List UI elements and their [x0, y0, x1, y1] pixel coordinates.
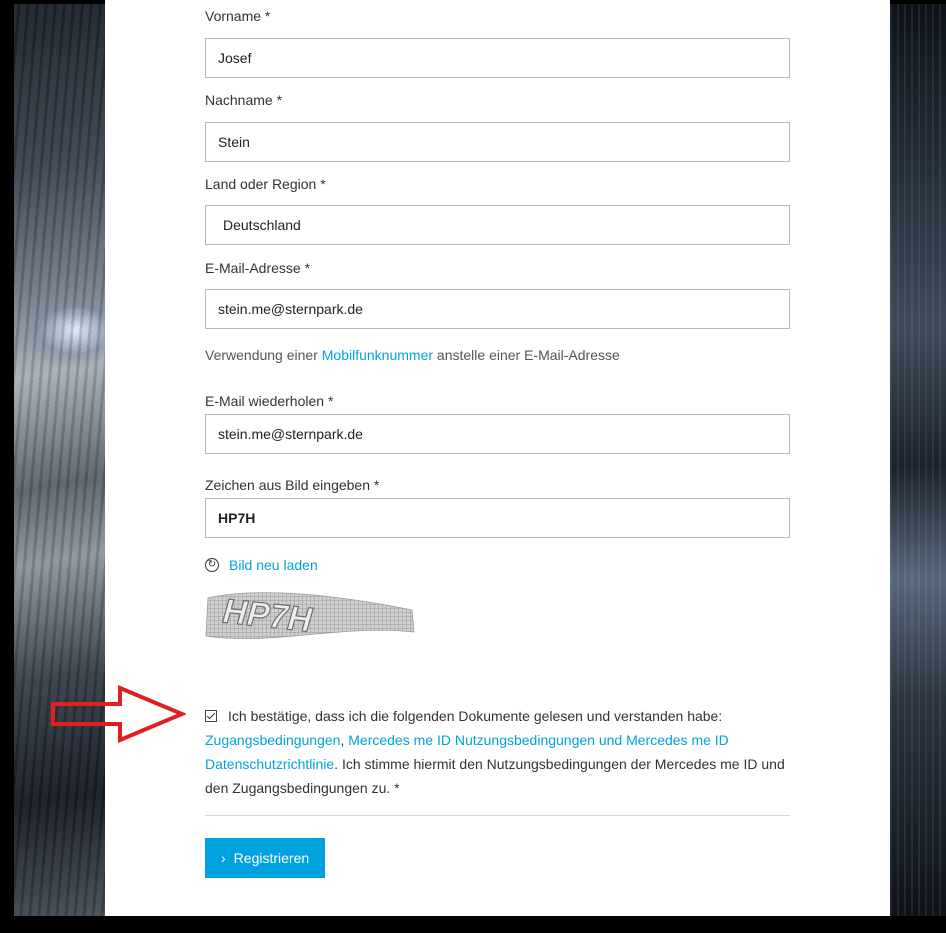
country-label: Land oder Region *: [205, 176, 326, 192]
last-name-label: Nachname *: [205, 92, 283, 108]
email-input[interactable]: [205, 289, 790, 329]
email-label: E-Mail-Adresse *: [205, 260, 311, 276]
frame-bottom-edge: [0, 916, 946, 933]
consent-text-1: Ich bestätige, dass ich die folgenden Do…: [228, 708, 723, 724]
reload-captcha-label: Bild neu laden: [229, 557, 318, 573]
frame-left-edge: [0, 0, 14, 933]
mobile-number-link[interactable]: Mobilfunknummer: [322, 347, 433, 363]
mobile-number-hint: Verwendung einer Mobilfunknummer anstell…: [205, 347, 620, 363]
red-arrow-icon: [51, 685, 186, 743]
screen: Vorname * Nachname * Land oder Region * …: [0, 0, 946, 933]
email-repeat-input[interactable]: [205, 414, 790, 454]
background-car-image-left: [0, 0, 105, 933]
captcha-input[interactable]: [205, 498, 790, 538]
captcha-image: HP7H: [205, 592, 415, 640]
chevron-right-icon: ›: [221, 850, 226, 866]
country-select[interactable]: [205, 205, 790, 245]
mobile-hint-suffix: anstelle einer E-Mail-Adresse: [433, 347, 620, 363]
reload-icon: ↻: [205, 558, 219, 572]
email-repeat-label: E-Mail wiederholen *: [205, 393, 334, 409]
reload-captcha-link[interactable]: ↻ Bild neu laden: [205, 557, 318, 573]
mobile-hint-prefix: Verwendung einer: [205, 347, 322, 363]
register-button-label: Registrieren: [233, 850, 310, 866]
first-name-label: Vorname *: [205, 8, 271, 24]
consent-block: Ich bestätige, dass ich die folgenden Do…: [205, 704, 795, 800]
register-button[interactable]: › Registrieren: [205, 838, 326, 878]
terms-of-access-link[interactable]: Zugangsbedingungen: [205, 732, 340, 748]
consent-checkbox[interactable]: [205, 710, 217, 722]
registration-form-panel: Vorname * Nachname * Land oder Region * …: [105, 0, 890, 916]
captcha-label: Zeichen aus Bild eingeben *: [205, 477, 380, 493]
first-name-input[interactable]: [205, 38, 790, 78]
background-car-image-right: [890, 0, 946, 933]
divider: [205, 815, 790, 816]
last-name-input[interactable]: [205, 122, 790, 162]
